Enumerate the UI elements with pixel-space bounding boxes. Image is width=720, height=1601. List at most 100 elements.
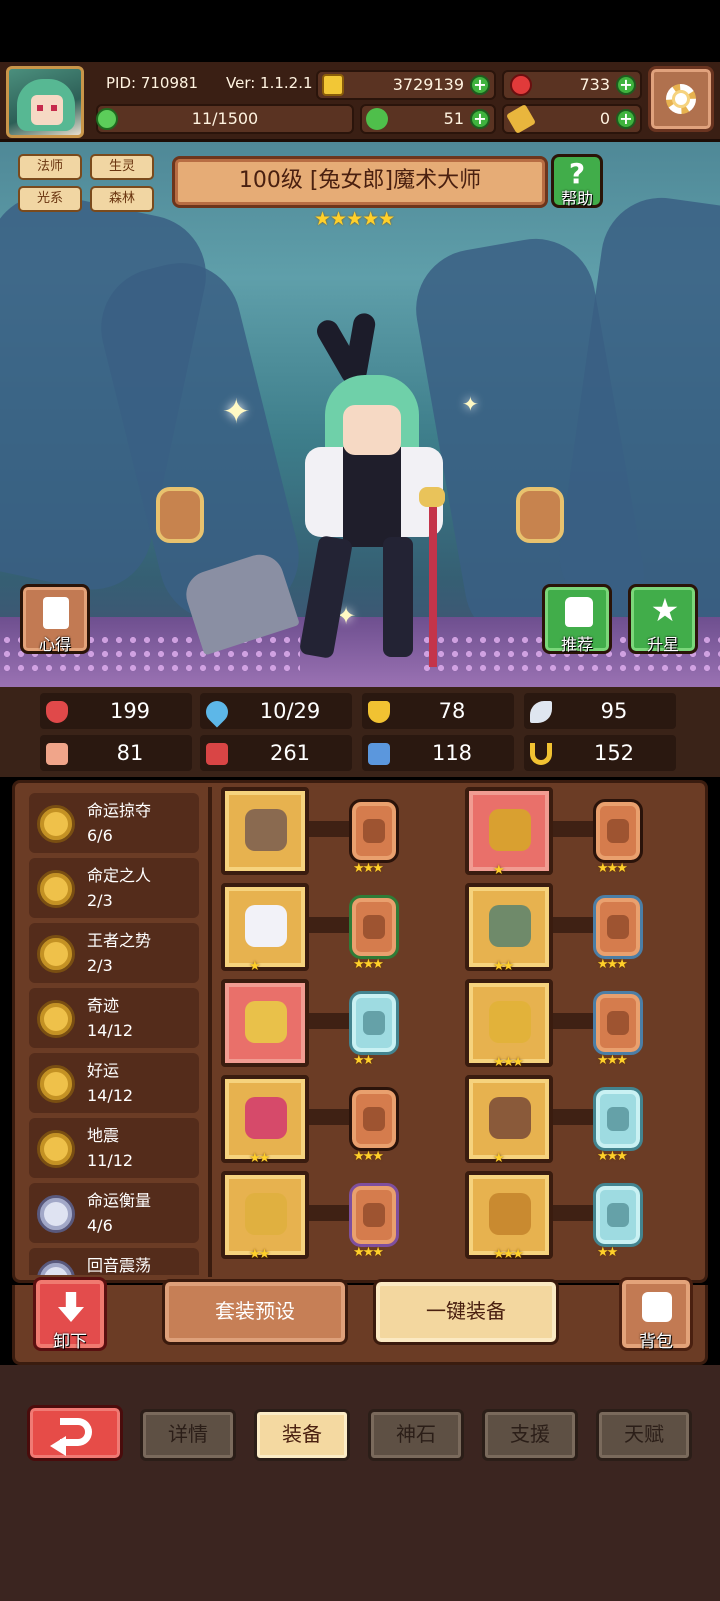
hero-avatar[interactable] [6,66,84,138]
skill-item[interactable]: 命运掠夺 6/6 [29,793,199,853]
cane-icon [429,497,437,667]
help-button[interactable]: ? 帮助 [551,154,603,208]
rune-stone-slot[interactable] [593,1087,643,1151]
crystal-orb-icon [245,905,287,947]
rune-stars: ★★★ [597,957,628,972]
insight-button[interactable]: 心得 [20,584,90,654]
rune-stone-slot[interactable] [593,1183,643,1247]
equipment-stars: ★★ [249,1247,270,1262]
stat-attack: 81 [40,735,192,771]
gear-link [305,1205,351,1221]
rune-stars: ★★★ [353,1149,384,1164]
rune-stone-slot[interactable] [593,799,643,863]
golden-boots-icon [489,1193,531,1235]
skill-name: 地震 [87,1126,120,1145]
gear-link [305,1109,351,1125]
rune-stone-slot[interactable] [349,895,399,959]
unload-button[interactable]: 卸下 [33,1277,107,1352]
tab-support[interactable]: 支援 [482,1409,578,1461]
rune-stone-slot[interactable] [593,895,643,959]
clover-counter: 51 + [360,104,496,134]
equipment-slot[interactable] [221,1171,309,1259]
equipment-slot[interactable] [221,787,309,875]
skill-medal-icon [37,1000,75,1038]
rune-icon [607,819,629,843]
skill-item[interactable]: 地震 11/12 [29,1118,199,1178]
scepter-icon [245,809,287,851]
action-bar: 卸下 套装预设 一键装备 背包 [12,1277,708,1365]
skill-medal-icon [37,1260,75,1275]
rotate-right-orb[interactable] [516,487,564,543]
recommend-button[interactable]: 推荐 [542,584,612,654]
equipment-slot[interactable] [465,1075,553,1163]
rune-stone-slot[interactable] [593,991,643,1055]
equipment-slot[interactable] [221,1075,309,1163]
rune-stone-slot[interactable] [349,991,399,1055]
star-up-button[interactable]: ★ 升星 [628,584,698,654]
rune-icon [607,1011,629,1035]
skill-progress: 6/6 [87,826,113,845]
hero-title: 100级 [兔女郎]魔术大师 [172,156,548,208]
jeweled-brooch-icon [245,1097,287,1139]
rune-stone-slot[interactable] [349,1183,399,1247]
gear-link [305,1013,351,1029]
resource-header: PID: 710981 Ver: 1.1.2.1 3729139 + 733 +… [0,62,720,142]
equipment-stars: ★★★ [493,1055,524,1070]
equipment-slot[interactable] [221,979,309,1067]
rune-icon [363,1011,385,1035]
horseshoe-icon [530,743,552,765]
hero-tag: 森林 [90,186,154,212]
skill-item[interactable]: 回音震荡 [29,1248,199,1275]
gem-ring-icon [245,1193,287,1235]
hero-tag: 法师 [18,154,82,180]
panel-divider [208,787,212,1277]
rune-stone-slot[interactable] [349,1087,399,1151]
equipment-slot[interactable] [465,787,553,875]
equipment-slot[interactable] [465,1171,553,1259]
add-keys-button[interactable]: + [616,109,636,129]
settings-button[interactable] [648,66,714,132]
rotate-left-orb[interactable] [156,487,204,543]
tab-godstone[interactable]: 神石 [368,1409,464,1461]
equipment-slot[interactable] [465,979,553,1067]
skill-item[interactable]: 王者之势 2/3 [29,923,199,983]
key-icon [505,103,537,135]
tab-equipment[interactable]: 装备 [254,1409,350,1461]
back-button[interactable] [27,1405,123,1461]
set-skill-list[interactable]: 命运掠夺 6/6 命定之人 2/3 王者之势 2/3 奇迹 14/12 好运 14/12 地震 11/… [25,793,205,1275]
rune-stars: ★★★ [597,1149,628,1164]
bag-button[interactable]: 背包 [619,1277,693,1352]
skill-item[interactable]: 命运衡量 4/6 [29,1183,199,1243]
skill-name: 命运掠夺 [87,801,152,820]
skill-name: 王者之势 [87,931,152,950]
add-clover-button[interactable]: + [470,109,490,129]
skill-item[interactable]: 好运 14/12 [29,1053,199,1113]
equipment-slot[interactable] [221,883,309,971]
add-gems-button[interactable]: + [616,75,636,95]
rune-icon [607,1203,629,1227]
rune-stars: ★★★ [597,1053,628,1068]
outfit-preset-button[interactable]: 套装预设 [162,1279,348,1345]
magic-defense-icon [368,743,390,765]
skill-item[interactable]: 命定之人 2/3 [29,858,199,918]
sparkle-icon: ✦ [222,392,251,432]
equipment-panel: 命运掠夺 6/6 命定之人 2/3 王者之势 2/3 奇迹 14/12 好运 14/12 地震 11/… [12,780,708,1283]
hero-tag: 生灵 [90,154,154,180]
rune-icon [363,819,385,843]
equipment-slot[interactable] [465,883,553,971]
red-gem-icon [510,74,532,96]
skill-item[interactable]: 奇迹 14/12 [29,988,199,1048]
add-gold-button[interactable]: + [470,75,490,95]
tab-details[interactable]: 详情 [140,1409,236,1461]
hero-stats: 199 10/29 78 95 81 261 118 152 [0,687,720,777]
rune-stone-slot[interactable] [349,799,399,863]
rune-stars: ★★★ [353,957,384,972]
tab-talent[interactable]: 天赋 [596,1409,692,1461]
rune-stars: ★★ [353,1053,374,1068]
skill-medal-icon [37,805,75,843]
rune-icon [363,915,385,939]
mana-drop-icon [201,696,233,728]
heart-pendant-icon [245,1001,287,1043]
equipment-stars: ★★ [493,959,514,974]
equip-all-button[interactable]: 一键装备 [373,1279,559,1345]
